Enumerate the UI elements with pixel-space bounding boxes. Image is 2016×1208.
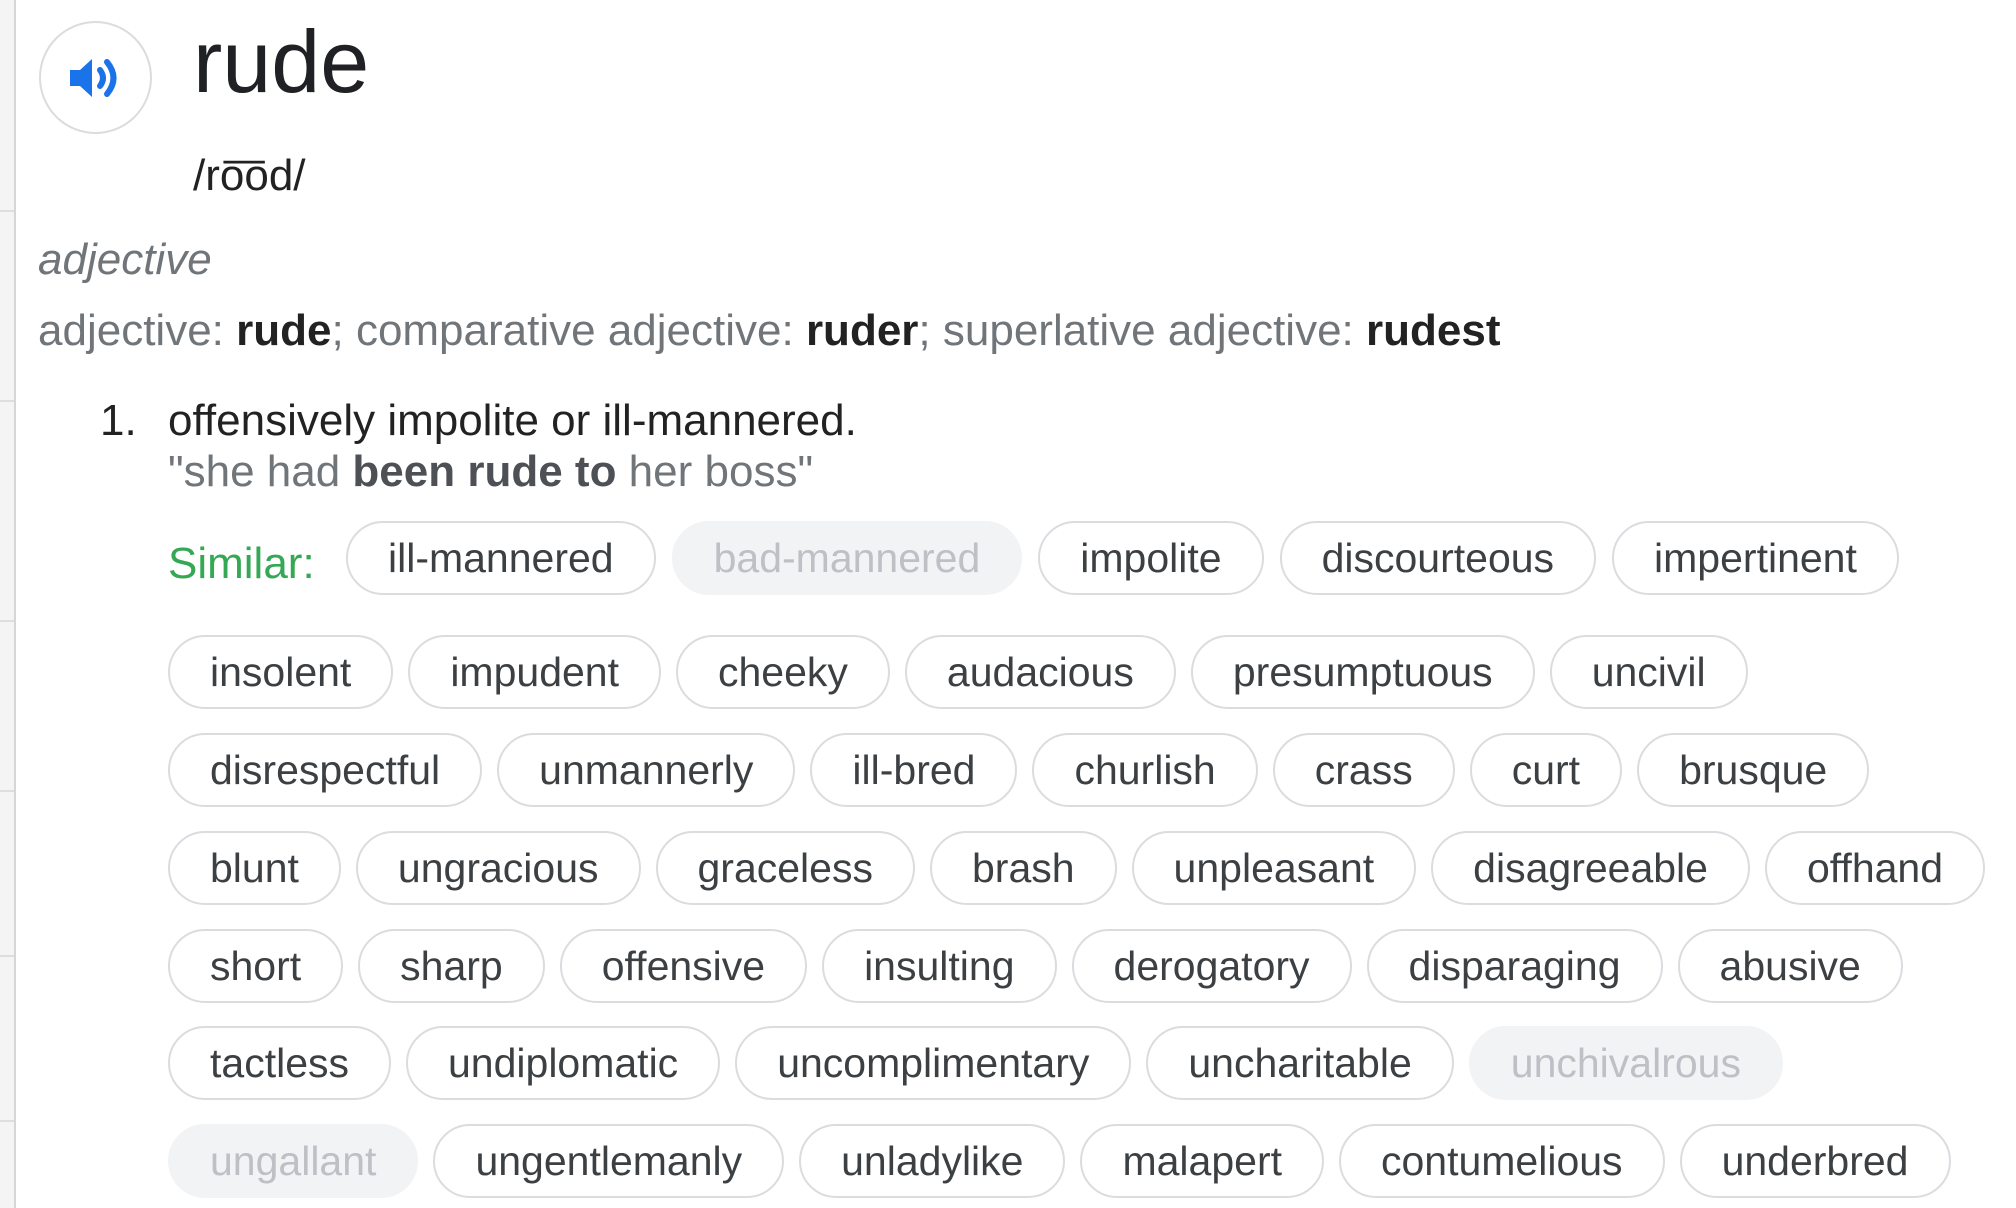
synonym-row: short sharp offensive insulting derogatory di… <box>168 929 1903 1003</box>
pronunciation-speaker-button[interactable] <box>39 21 152 134</box>
example-suffix: her boss" <box>616 447 814 496</box>
example-highlight: been rude to <box>352 447 617 496</box>
synonym-chip[interactable]: undiplomatic <box>406 1026 721 1100</box>
synonym-row: ill-mannered bad-mannered impolite discourt… <box>346 521 1899 595</box>
synonym-chip[interactable]: malapert <box>1080 1124 1324 1198</box>
synonym-chip[interactable]: offensive <box>559 929 808 1003</box>
synonym-chip[interactable]: derogatory <box>1071 929 1352 1003</box>
synonym-chip[interactable]: sharp <box>358 929 545 1003</box>
synonym-row: ungallant ungentlemanly unladylike malapert… <box>168 1124 1951 1198</box>
synonym-chip: unchivalrous <box>1468 1026 1783 1100</box>
synonym-chip[interactable]: unladylike <box>799 1124 1066 1198</box>
synonym-chip[interactable]: insolent <box>168 635 394 709</box>
word-forms: adjective: rude; comparative adjective: … <box>38 306 1501 355</box>
headword: rude <box>193 12 370 111</box>
gutter-divider <box>0 790 14 792</box>
synonym-chip[interactable]: brash <box>929 831 1117 905</box>
synonym-chip[interactable]: curt <box>1469 733 1623 807</box>
synonym-chip[interactable]: audacious <box>904 635 1176 709</box>
gutter-divider <box>0 955 14 957</box>
synonym-chip[interactable]: blunt <box>168 831 341 905</box>
synonym-row: insolent impudent cheeky audacious presumptu… <box>168 635 1748 709</box>
synonym-chip[interactable]: offhand <box>1764 831 1986 905</box>
form-superlative-value: rudest <box>1366 306 1501 355</box>
synonym-chip[interactable]: brusque <box>1637 733 1870 807</box>
synonym-chip[interactable]: short <box>168 929 344 1003</box>
synonym-chip[interactable]: contumelious <box>1338 1124 1665 1198</box>
synonym-chip[interactable]: uncomplimentary <box>735 1026 1132 1100</box>
synonym-chip: bad-mannered <box>671 521 1023 595</box>
synonym-chip[interactable]: graceless <box>655 831 915 905</box>
synonym-chip[interactable]: impudent <box>408 635 661 709</box>
synonym-chip[interactable]: ungentlemanly <box>433 1124 785 1198</box>
example-prefix: "she had <box>168 447 353 496</box>
synonym-chip: ungallant <box>168 1124 419 1198</box>
gutter-divider <box>0 210 14 212</box>
similar-label: Similar: <box>168 539 315 588</box>
synonym-chip[interactable]: unpleasant <box>1131 831 1417 905</box>
synonym-chip[interactable]: abusive <box>1677 929 1903 1003</box>
synonym-chip[interactable]: impertinent <box>1612 521 1899 595</box>
synonym-chip[interactable]: unmannerly <box>497 733 796 807</box>
form-comparative-value: ruder <box>805 306 919 355</box>
synonym-chip[interactable]: uncharitable <box>1146 1026 1454 1100</box>
synonym-chip[interactable]: ill-bred <box>810 733 1018 807</box>
left-gutter <box>0 0 16 1208</box>
synonym-row: disrespectful unmannerly ill-bred churlish c… <box>168 733 1870 807</box>
form-base-value: rude <box>236 306 332 355</box>
synonym-chip[interactable]: discourteous <box>1279 521 1597 595</box>
synonym-chip[interactable]: impolite <box>1038 521 1264 595</box>
synonym-chip[interactable]: disagreeable <box>1431 831 1750 905</box>
synonym-chip[interactable]: ill-mannered <box>346 521 656 595</box>
synonym-chip[interactable]: disparaging <box>1366 929 1663 1003</box>
form-comparative-label: comparative adjective <box>355 306 782 355</box>
synonym-chip[interactable]: tactless <box>168 1026 391 1100</box>
synonym-chip[interactable]: underbred <box>1679 1124 1951 1198</box>
usage-example: "she had been rude to her boss" <box>168 444 813 500</box>
synonym-row: tactless undiplomatic uncomplimentary uncha… <box>168 1026 1783 1100</box>
synonym-chip[interactable]: churlish <box>1032 733 1258 807</box>
gutter-divider <box>0 620 14 622</box>
synonym-chip[interactable]: crass <box>1272 733 1455 807</box>
synonym-chip[interactable]: disrespectful <box>168 733 483 807</box>
definition-text: offensively impolite or ill-mannered. <box>168 396 857 445</box>
form-base-label: adjective <box>38 306 212 355</box>
phonetic-spelling: /ro͞od/ <box>193 151 306 200</box>
synonym-chip[interactable]: cheeky <box>676 635 890 709</box>
synonym-chip[interactable]: uncivil <box>1549 635 1748 709</box>
gutter-divider <box>0 1120 14 1122</box>
speaker-volume-icon <box>69 58 116 97</box>
synonym-chip[interactable]: presumptuous <box>1190 635 1535 709</box>
form-superlative-label: superlative adjective <box>942 306 1342 355</box>
gutter-divider <box>0 400 14 402</box>
synonym-row: blunt ungracious graceless brash unpleasant d… <box>168 831 1986 905</box>
synonym-chip[interactable]: insulting <box>822 929 1057 1003</box>
synonym-chip[interactable]: ungracious <box>355 831 641 905</box>
sense-number: 1. <box>100 396 137 445</box>
part-of-speech: adjective <box>38 235 212 284</box>
